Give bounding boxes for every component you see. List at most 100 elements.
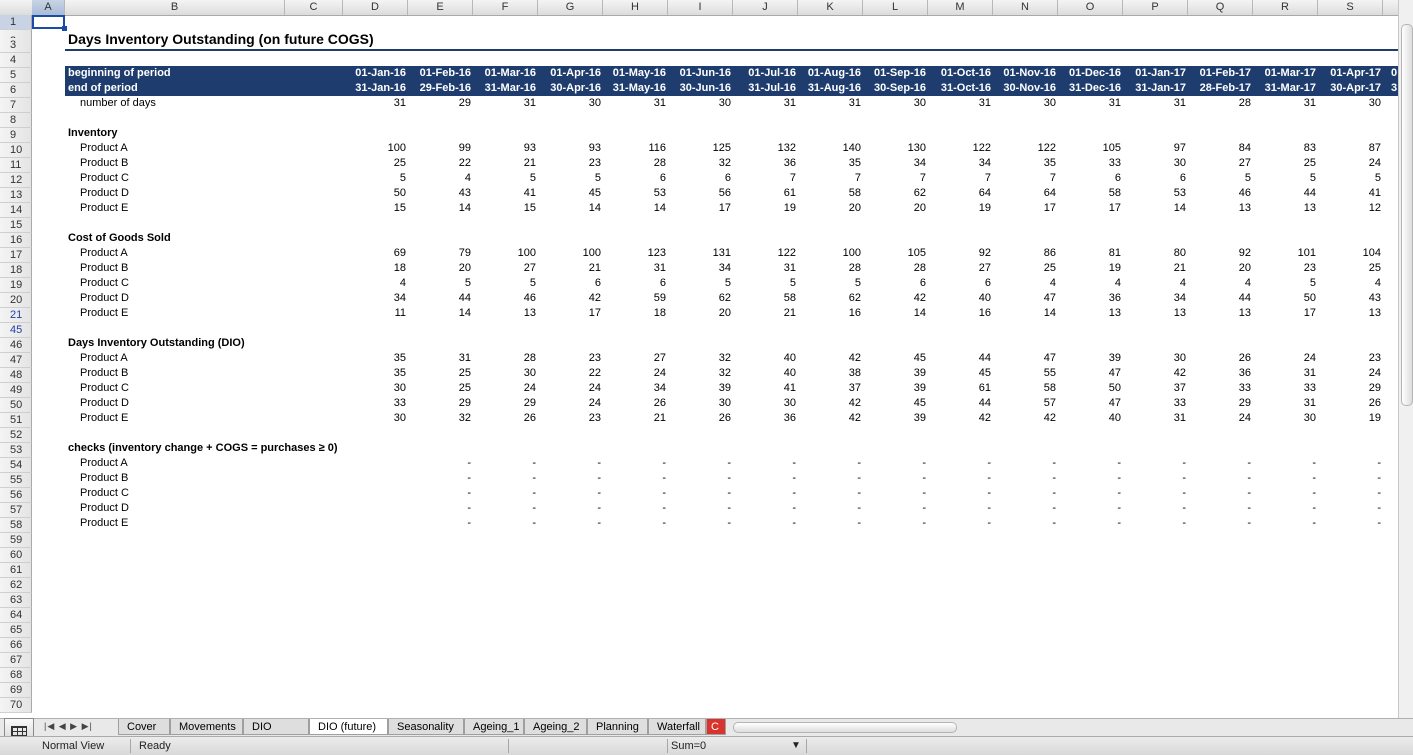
sum-dropdown-icon[interactable]: ▼	[791, 737, 801, 755]
row-header-58[interactable]: 58	[0, 518, 32, 533]
sheet-tab-cover[interactable]: Cover	[118, 719, 170, 735]
value-cell: 42	[913, 292, 926, 304]
row-header-10[interactable]: 10	[0, 143, 32, 158]
row-header-49[interactable]: 49	[0, 383, 32, 398]
row-header-21[interactable]: 21	[0, 308, 32, 323]
row-header-60[interactable]: 60	[0, 548, 32, 563]
value-cell: 24	[1368, 157, 1381, 169]
row-header-57[interactable]: 57	[0, 503, 32, 518]
row-header-67[interactable]: 67	[0, 653, 32, 668]
row-header-48[interactable]: 48	[0, 368, 32, 383]
row-header-53[interactable]: 53	[0, 443, 32, 458]
column-header-P[interactable]: P	[1123, 0, 1188, 15]
sum-readout[interactable]: Sum=0	[671, 737, 706, 755]
sheet-tab-c[interactable]: C	[706, 719, 726, 735]
horizontal-scrollbar[interactable]	[733, 721, 1393, 733]
value-cell: 29	[1368, 382, 1381, 394]
sheet-tab-dio-past[interactable]: DIO (past)	[243, 719, 309, 749]
sheet-tab-ageing-2[interactable]: Ageing_2	[524, 719, 587, 735]
begin-date-cell: 0	[1391, 67, 1398, 79]
column-header-K[interactable]: K	[798, 0, 863, 15]
column-header-G[interactable]: G	[538, 0, 603, 15]
row-header-4[interactable]: 4	[0, 53, 32, 68]
row-header-17[interactable]: 17	[0, 248, 32, 263]
row-header-1[interactable]: 1	[0, 15, 32, 30]
row-header-47[interactable]: 47	[0, 353, 32, 368]
tab-navigation-arrows[interactable]: |◀ ◀ ▶ ▶|	[44, 721, 93, 732]
value-cell: 30	[1173, 352, 1186, 364]
value-cell: -	[1052, 487, 1056, 499]
column-header-B[interactable]: B	[65, 0, 285, 15]
column-header-F[interactable]: F	[473, 0, 538, 15]
row-header-63[interactable]: 63	[0, 593, 32, 608]
sheet-tab-seasonality[interactable]: Seasonality	[388, 719, 464, 735]
row-header-11[interactable]: 11	[0, 158, 32, 173]
row-header-20[interactable]: 20	[0, 293, 32, 308]
horizontal-scroll-thumb[interactable]	[733, 722, 957, 733]
column-header-J[interactable]: J	[733, 0, 798, 15]
row-header-65[interactable]: 65	[0, 623, 32, 638]
row-header-6[interactable]: 6	[0, 83, 32, 98]
row-header-19[interactable]: 19	[0, 278, 32, 293]
row-header-70[interactable]: 70	[0, 698, 32, 713]
column-header-N[interactable]: N	[993, 0, 1058, 15]
sheet-tab-movements[interactable]: Movements	[170, 719, 243, 735]
row-header-46[interactable]: 46	[0, 338, 32, 353]
row-header-59[interactable]: 59	[0, 533, 32, 548]
column-header-L[interactable]: L	[863, 0, 928, 15]
row-header-12[interactable]: 12	[0, 173, 32, 188]
value-cell: 14	[588, 202, 601, 214]
row-header-54[interactable]: 54	[0, 458, 32, 473]
row-header-52[interactable]: 52	[0, 428, 32, 443]
row-header-61[interactable]: 61	[0, 563, 32, 578]
value-cell: -	[1312, 487, 1316, 499]
row-header-62[interactable]: 62	[0, 578, 32, 593]
row-header-7[interactable]: 7	[0, 98, 32, 113]
row-header-14[interactable]: 14	[0, 203, 32, 218]
value-cell: -	[597, 457, 601, 469]
spreadsheet-grid[interactable]: ABCDEFGHIJKLMNOPQRS 12345678910111213141…	[0, 0, 1398, 718]
sheet-tab-dio-future[interactable]: DIO (future)	[309, 719, 388, 735]
row-header-68[interactable]: 68	[0, 668, 32, 683]
row-header-64[interactable]: 64	[0, 608, 32, 623]
vertical-scroll-thumb[interactable]	[1401, 24, 1413, 406]
value-cell: -	[467, 517, 471, 529]
column-header-R[interactable]: R	[1253, 0, 1318, 15]
column-header-C[interactable]: C	[285, 0, 343, 15]
value-cell: 100	[842, 247, 861, 259]
value-cell: 40	[1108, 412, 1121, 424]
row-label: Product C	[80, 172, 129, 184]
active-cell-selection[interactable]	[32, 15, 67, 31]
row-header-16[interactable]: 16	[0, 233, 32, 248]
row-header-56[interactable]: 56	[0, 488, 32, 503]
column-header-M[interactable]: M	[928, 0, 993, 15]
column-header-D[interactable]: D	[343, 0, 408, 15]
column-header-Q[interactable]: Q	[1188, 0, 1253, 15]
row-header-9[interactable]: 9	[0, 128, 32, 143]
sheet-tab-waterfall[interactable]: Waterfall	[648, 719, 706, 735]
row-header-18[interactable]: 18	[0, 263, 32, 278]
value-cell: -	[467, 502, 471, 514]
column-header-E[interactable]: E	[408, 0, 473, 15]
vertical-scrollbar[interactable]	[1398, 0, 1413, 718]
row-header-8[interactable]: 8	[0, 113, 32, 128]
sheet-tab-planning[interactable]: Planning	[587, 719, 648, 735]
value-cell: 22	[588, 367, 601, 379]
row-header-51[interactable]: 51	[0, 413, 32, 428]
column-header-I[interactable]: I	[668, 0, 733, 15]
row-header-15[interactable]: 15	[0, 218, 32, 233]
sheet-tab-ageing-1[interactable]: Ageing_1	[464, 719, 524, 735]
column-header-O[interactable]: O	[1058, 0, 1123, 15]
row-header-66[interactable]: 66	[0, 638, 32, 653]
row-header-5[interactable]: 5	[0, 68, 32, 83]
row-header-69[interactable]: 69	[0, 683, 32, 698]
column-header-S[interactable]: S	[1318, 0, 1383, 15]
column-header-H[interactable]: H	[603, 0, 668, 15]
column-header-A[interactable]: A	[32, 0, 65, 15]
row-header-55[interactable]: 55	[0, 473, 32, 488]
row-header-3[interactable]: 3	[0, 38, 32, 53]
row-header-13[interactable]: 13	[0, 188, 32, 203]
row-header-45[interactable]: 45	[0, 323, 32, 338]
row-header-50[interactable]: 50	[0, 398, 32, 413]
value-cell: -	[662, 502, 666, 514]
